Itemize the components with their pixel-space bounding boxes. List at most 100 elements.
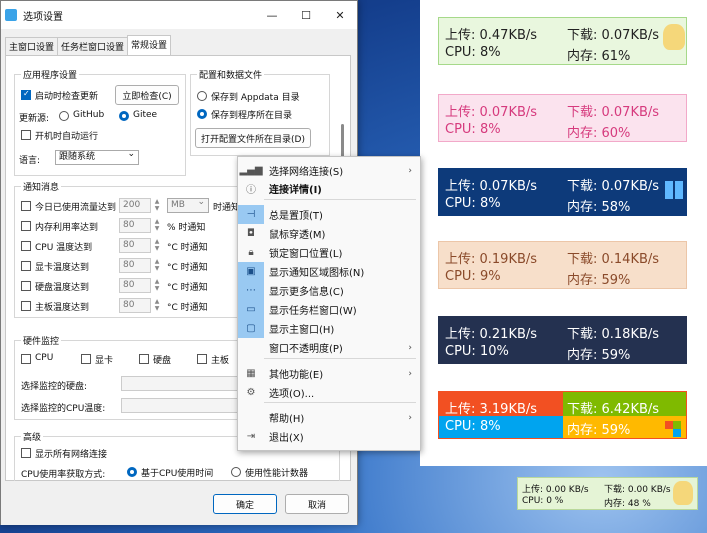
notify-value-input[interactable]: 80 xyxy=(119,218,151,233)
notify-value-input[interactable]: 80 xyxy=(119,278,151,293)
notify-value-input[interactable]: 80 xyxy=(119,258,151,273)
notify-checkbox[interactable] xyxy=(21,301,31,311)
tab-general[interactable]: 常规设置 xyxy=(127,35,172,55)
skin-download: 下载: 0.14KB/s xyxy=(567,252,660,267)
monitor-cpu-temp-select[interactable] xyxy=(121,398,241,413)
board-checkbox[interactable] xyxy=(197,354,207,364)
disk-label: 硬盘 xyxy=(153,356,172,366)
notify-checkbox[interactable] xyxy=(21,221,31,231)
config-group: 配置和数据文件 保存到 Appdata 目录 保存到程序所在目录 打开配置文件所… xyxy=(190,68,330,156)
menu-item[interactable]: ▂▄▆ 选择网络连接(S) › xyxy=(238,161,420,180)
github-radio[interactable] xyxy=(59,111,69,121)
menu-item-label: 总是置顶(T) xyxy=(269,211,323,222)
check-now-button[interactable]: 立即检查(C) xyxy=(115,85,179,105)
tab-taskbar-window[interactable]: 任务栏窗口设置 xyxy=(57,37,129,55)
notify-checkbox[interactable] xyxy=(21,261,31,271)
menu-item[interactable]: ▢ 显示主窗口(H) xyxy=(238,319,420,338)
notify-spin-button[interactable]: ▲ ▼ xyxy=(152,238,162,253)
menu-item[interactable]: ▦ 其他功能(E) › xyxy=(238,364,420,383)
notify-label: 主板温度达到 xyxy=(35,303,90,313)
notify-spin-button[interactable]: ▲ ▼ xyxy=(152,198,162,213)
notify-checkbox[interactable] xyxy=(21,281,31,291)
blank-icon xyxy=(238,408,264,427)
program-dir-radio[interactable] xyxy=(197,109,207,119)
taskbar-skin-preview[interactable]: 上传: 0.07KB/s 下载: 0.07KB/s CPU: 8% 内存: 58… xyxy=(438,168,687,216)
submenu-arrow-icon: › xyxy=(408,412,412,423)
menu-item-label: 锁定窗口位置(L) xyxy=(269,249,343,260)
lock-icon: 🔒︎ xyxy=(248,247,254,258)
cpu-checkbox[interactable] xyxy=(21,354,31,364)
menu-item[interactable]: ▣ 显示通知区域图标(N) xyxy=(238,262,420,281)
language-label: 语言: xyxy=(19,156,41,166)
gitee-radio[interactable] xyxy=(119,111,129,121)
ok-button[interactable]: 确定 xyxy=(213,494,277,514)
perf-counter-radio[interactable] xyxy=(231,467,241,477)
gpu-checkbox[interactable] xyxy=(81,354,91,364)
mini-memory: 内存: 48 % xyxy=(604,499,651,509)
open-config-dir-button[interactable]: 打开配置文件所在目录(D) xyxy=(195,128,311,148)
cpu-time-radio[interactable] xyxy=(127,467,137,477)
notify-value-input[interactable]: 200 xyxy=(119,198,151,213)
gear-icon: ⚙ xyxy=(246,387,256,398)
menu-item[interactable]: 🔒︎ 锁定窗口位置(L) xyxy=(238,243,420,262)
notify-suffix: °C 时通知 xyxy=(167,243,208,253)
language-select[interactable]: 跟随系统 xyxy=(55,148,139,165)
mini-cpu: CPU: 0 % xyxy=(522,496,564,506)
notify-checkbox[interactable] xyxy=(21,241,31,251)
menu-item[interactable]: ⚙ 选项(O)... xyxy=(238,383,420,402)
notify-checkbox[interactable] xyxy=(21,201,31,211)
taskbar-skin-preview[interactable]: 上传: 0.07KB/s 下载: 0.07KB/s CPU: 8% 内存: 60… xyxy=(438,94,687,142)
skin-upload: 上传: 0.07KB/s xyxy=(445,105,538,120)
notify-value-input[interactable]: 80 xyxy=(119,238,151,253)
skin-download: 下载: 0.07KB/s xyxy=(567,179,660,194)
menu-item[interactable]: ⋯ 显示更多信息(C) xyxy=(238,281,420,300)
close-button[interactable]: ✕ xyxy=(323,1,357,29)
skin-cpu: CPU: 8% xyxy=(445,419,501,434)
notify-spin-button[interactable]: ▲ ▼ xyxy=(152,298,162,313)
notify-unit-select[interactable]: MB xyxy=(167,196,209,213)
cancel-button[interactable]: 取消 xyxy=(285,494,349,514)
menu-item-label: 显示主窗口(H) xyxy=(269,325,335,336)
minimize-button[interactable]: — xyxy=(255,1,289,29)
tray-icon: ▣ xyxy=(238,262,264,281)
info-icon: ⓘ xyxy=(246,185,256,196)
notify-spin-button[interactable]: ▲ ▼ xyxy=(152,258,162,273)
taskbar-skin-preview[interactable]: 上传: 3.19KB/s 下载: 6.42KB/s CPU: 8% 内存: 59… xyxy=(438,391,687,439)
board-label: 主板 xyxy=(211,356,230,366)
cpu-time-label: 基于CPU使用时间 xyxy=(141,469,214,479)
group-title: 配置和数据文件 xyxy=(197,68,265,81)
menu-separator xyxy=(264,199,416,200)
disk-checkbox[interactable] xyxy=(139,354,149,364)
notify-spin-button[interactable]: ▲ ▼ xyxy=(152,218,162,233)
mini-upload: 上传: 0.00 KB/s xyxy=(522,485,589,495)
autostart-checkbox[interactable] xyxy=(21,130,31,140)
notify-suffix: 时通知 xyxy=(213,203,241,213)
menu-item[interactable]: ◘ 鼠标穿透(M) xyxy=(238,224,420,243)
notify-value-input[interactable]: 80 xyxy=(119,298,151,313)
menu-item-label: 显示任务栏窗口(W) xyxy=(269,306,357,317)
skin-upload: 上传: 0.47KB/s xyxy=(445,28,538,43)
taskbar-skin-preview[interactable]: 上传: 0.47KB/s 下载: 0.07KB/s CPU: 8% 内存: 61… xyxy=(438,17,687,65)
auto-check-checkbox[interactable] xyxy=(21,89,31,100)
maximize-button[interactable]: ☐ xyxy=(289,1,323,29)
menu-item[interactable]: 窗口不透明度(P) › xyxy=(238,338,420,357)
menu-item[interactable]: 帮助(H) › xyxy=(238,408,420,427)
appdata-radio[interactable] xyxy=(197,91,207,101)
skin-memory: 内存: 59% xyxy=(567,423,631,438)
title-bar: 选项设置 — ☐ ✕ xyxy=(1,1,357,29)
signal-icon: ▂▄▆ xyxy=(239,165,263,176)
taskbar-skin-preview[interactable]: 上传: 0.21KB/s 下载: 0.18KB/s CPU: 10% 内存: 5… xyxy=(438,316,687,364)
group-title: 应用程序设置 xyxy=(21,68,80,81)
menu-item[interactable]: ⇥ 退出(X) xyxy=(238,427,420,446)
menu-item[interactable]: ⓘ 连接详情(I) xyxy=(238,179,420,198)
submenu-arrow-icon: › xyxy=(408,368,412,379)
taskbar-skin-preview[interactable]: 上传: 0.19KB/s 下载: 0.14KB/s CPU: 9% 内存: 59… xyxy=(438,241,687,289)
monitor-disk-select[interactable] xyxy=(121,376,241,391)
menu-item[interactable]: ▭ 显示任务栏窗口(W) xyxy=(238,300,420,319)
tab-main-window[interactable]: 主窗口设置 xyxy=(5,37,59,55)
show-all-net-checkbox[interactable] xyxy=(21,448,31,458)
menu-item-label: 窗口不透明度(P) xyxy=(269,344,343,355)
menu-item[interactable]: ⊣ 总是置顶(T) xyxy=(238,205,420,224)
notify-spin-button[interactable]: ▲ ▼ xyxy=(152,278,162,293)
mini-taskbar-skin[interactable]: 上传: 0.00 KB/s 下载: 0.00 KB/s CPU: 0 % 内存:… xyxy=(517,477,698,510)
